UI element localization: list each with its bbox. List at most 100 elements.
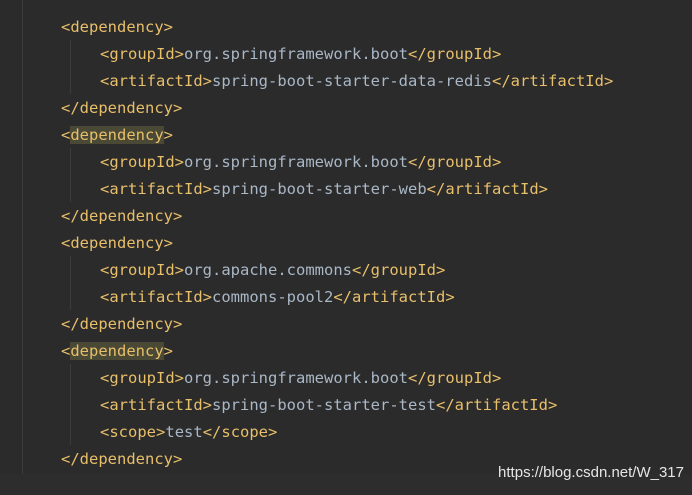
tag-value: test — [165, 423, 203, 441]
code-line[interactable]: <artifactId>commons-pool2</artifactId> — [100, 284, 455, 311]
tag-name: groupId — [109, 45, 175, 63]
angle-bracket: < — [100, 288, 110, 306]
code-line[interactable]: <groupId>org.springframework.boot</group… — [100, 149, 501, 176]
code-line[interactable]: <scope>test</scope> — [100, 419, 277, 446]
tag-name: dependency — [79, 99, 173, 117]
angle-bracket: > — [163, 18, 174, 36]
code-editor[interactable]: <dependency> <groupId>org.springframework… — [0, 0, 692, 474]
angle-bracket: > — [174, 153, 185, 171]
tag-name: artifactId — [445, 180, 539, 198]
angle-bracket: </ — [352, 261, 371, 279]
angle-bracket: < — [100, 369, 110, 387]
angle-bracket: > — [538, 180, 548, 198]
angle-bracket: > — [268, 423, 278, 441]
angle-bracket: </ — [426, 180, 446, 198]
code-line[interactable]: <groupId>org.springframework.boot</group… — [100, 365, 501, 392]
tag-name: artifactId — [109, 72, 203, 90]
tag-name: groupId — [426, 45, 492, 63]
angle-bracket: </ — [61, 99, 80, 117]
code-line[interactable]: <dependency> — [61, 122, 173, 149]
angle-bracket: > — [202, 72, 213, 90]
tag-name: groupId — [109, 261, 175, 279]
angle-bracket: </ — [61, 315, 80, 333]
code-line[interactable]: <dependency> — [61, 338, 173, 365]
tag-name: dependency — [79, 315, 173, 333]
tag-name: groupId — [370, 261, 436, 279]
tag-name: artifactId — [109, 288, 203, 306]
angle-bracket: > — [491, 45, 502, 63]
tag-name: groupId — [426, 369, 492, 387]
angle-bracket: < — [61, 342, 71, 360]
angle-bracket: > — [174, 45, 185, 63]
angle-bracket: </ — [407, 153, 427, 171]
code-line[interactable]: </dependency> — [61, 95, 182, 122]
angle-bracket: > — [173, 99, 183, 117]
tag-value: spring-boot-starter-test — [212, 396, 436, 414]
tag-name: artifactId — [109, 396, 203, 414]
tag-value: org.springframework.boot — [184, 153, 408, 171]
tag-name: groupId — [109, 369, 175, 387]
angle-bracket: > — [436, 261, 446, 279]
tag-name: scope — [109, 423, 157, 441]
tag-name: groupId — [109, 153, 175, 171]
tag-value: org.springframework.boot — [184, 369, 408, 387]
angle-bracket: > — [156, 423, 166, 441]
tag-name: artifactId — [109, 180, 203, 198]
indent-guide — [70, 40, 71, 94]
angle-bracket: > — [173, 450, 183, 468]
angle-bracket: > — [174, 369, 185, 387]
code-line[interactable]: <artifactId>spring-boot-starter-web</art… — [100, 176, 548, 203]
tag-value: org.apache.commons — [184, 261, 352, 279]
code-line[interactable]: </dependency> — [61, 446, 182, 473]
tag-name: artifactId — [510, 72, 604, 90]
indent-guide — [70, 148, 71, 202]
angle-bracket: > — [163, 234, 174, 252]
code-line[interactable]: <groupId>org.springframework.boot</group… — [100, 41, 501, 68]
angle-bracket: </ — [61, 207, 80, 225]
tag-name: groupId — [426, 153, 492, 171]
angle-bracket: < — [100, 153, 110, 171]
angle-bracket: > — [173, 315, 183, 333]
indent-guide — [70, 364, 71, 445]
tag-name: dependency — [70, 18, 164, 36]
angle-bracket: > — [202, 180, 213, 198]
angle-bracket: < — [100, 45, 110, 63]
tag-name: dependency — [70, 234, 164, 252]
angle-bracket: < — [100, 396, 110, 414]
watermark: https://blog.csdn.net/W_317 — [498, 464, 684, 481]
code-line[interactable]: <artifactId>spring-boot-starter-test</ar… — [100, 392, 557, 419]
code-line[interactable]: <groupId>org.apache.commons</groupId> — [100, 257, 445, 284]
tag-name: artifactId — [352, 288, 446, 306]
tag-value: spring-boot-starter-web — [212, 180, 427, 198]
angle-bracket: > — [547, 396, 558, 414]
tag-name: dependency — [79, 207, 173, 225]
code-line[interactable]: </dependency> — [61, 203, 182, 230]
angle-bracket: > — [163, 342, 174, 360]
tag-value: commons-pool2 — [212, 288, 334, 306]
angle-bracket: > — [163, 126, 174, 144]
tag-name: dependency — [70, 126, 164, 144]
angle-bracket: </ — [333, 288, 353, 306]
angle-bracket: </ — [491, 72, 511, 90]
angle-bracket: > — [603, 72, 614, 90]
angle-bracket: > — [491, 153, 502, 171]
angle-bracket: < — [61, 234, 71, 252]
angle-bracket: > — [173, 207, 183, 225]
indent-guide — [70, 256, 71, 310]
tag-value: org.springframework.boot — [184, 45, 408, 63]
angle-bracket: < — [100, 180, 110, 198]
angle-bracket: > — [445, 288, 455, 306]
code-line[interactable]: <artifactId>spring-boot-starter-data-red… — [100, 68, 613, 95]
angle-bracket: < — [100, 72, 110, 90]
tag-name: artifactId — [454, 396, 548, 414]
angle-bracket: </ — [202, 423, 222, 441]
tag-name: scope — [221, 423, 269, 441]
code-line[interactable]: <dependency> — [61, 14, 173, 41]
code-line[interactable]: </dependency> — [61, 311, 182, 338]
angle-bracket: > — [491, 369, 502, 387]
angle-bracket: < — [61, 126, 71, 144]
angle-bracket: </ — [407, 369, 427, 387]
angle-bracket: < — [100, 423, 110, 441]
code-line[interactable]: <dependency> — [61, 230, 173, 257]
angle-bracket: > — [202, 288, 213, 306]
